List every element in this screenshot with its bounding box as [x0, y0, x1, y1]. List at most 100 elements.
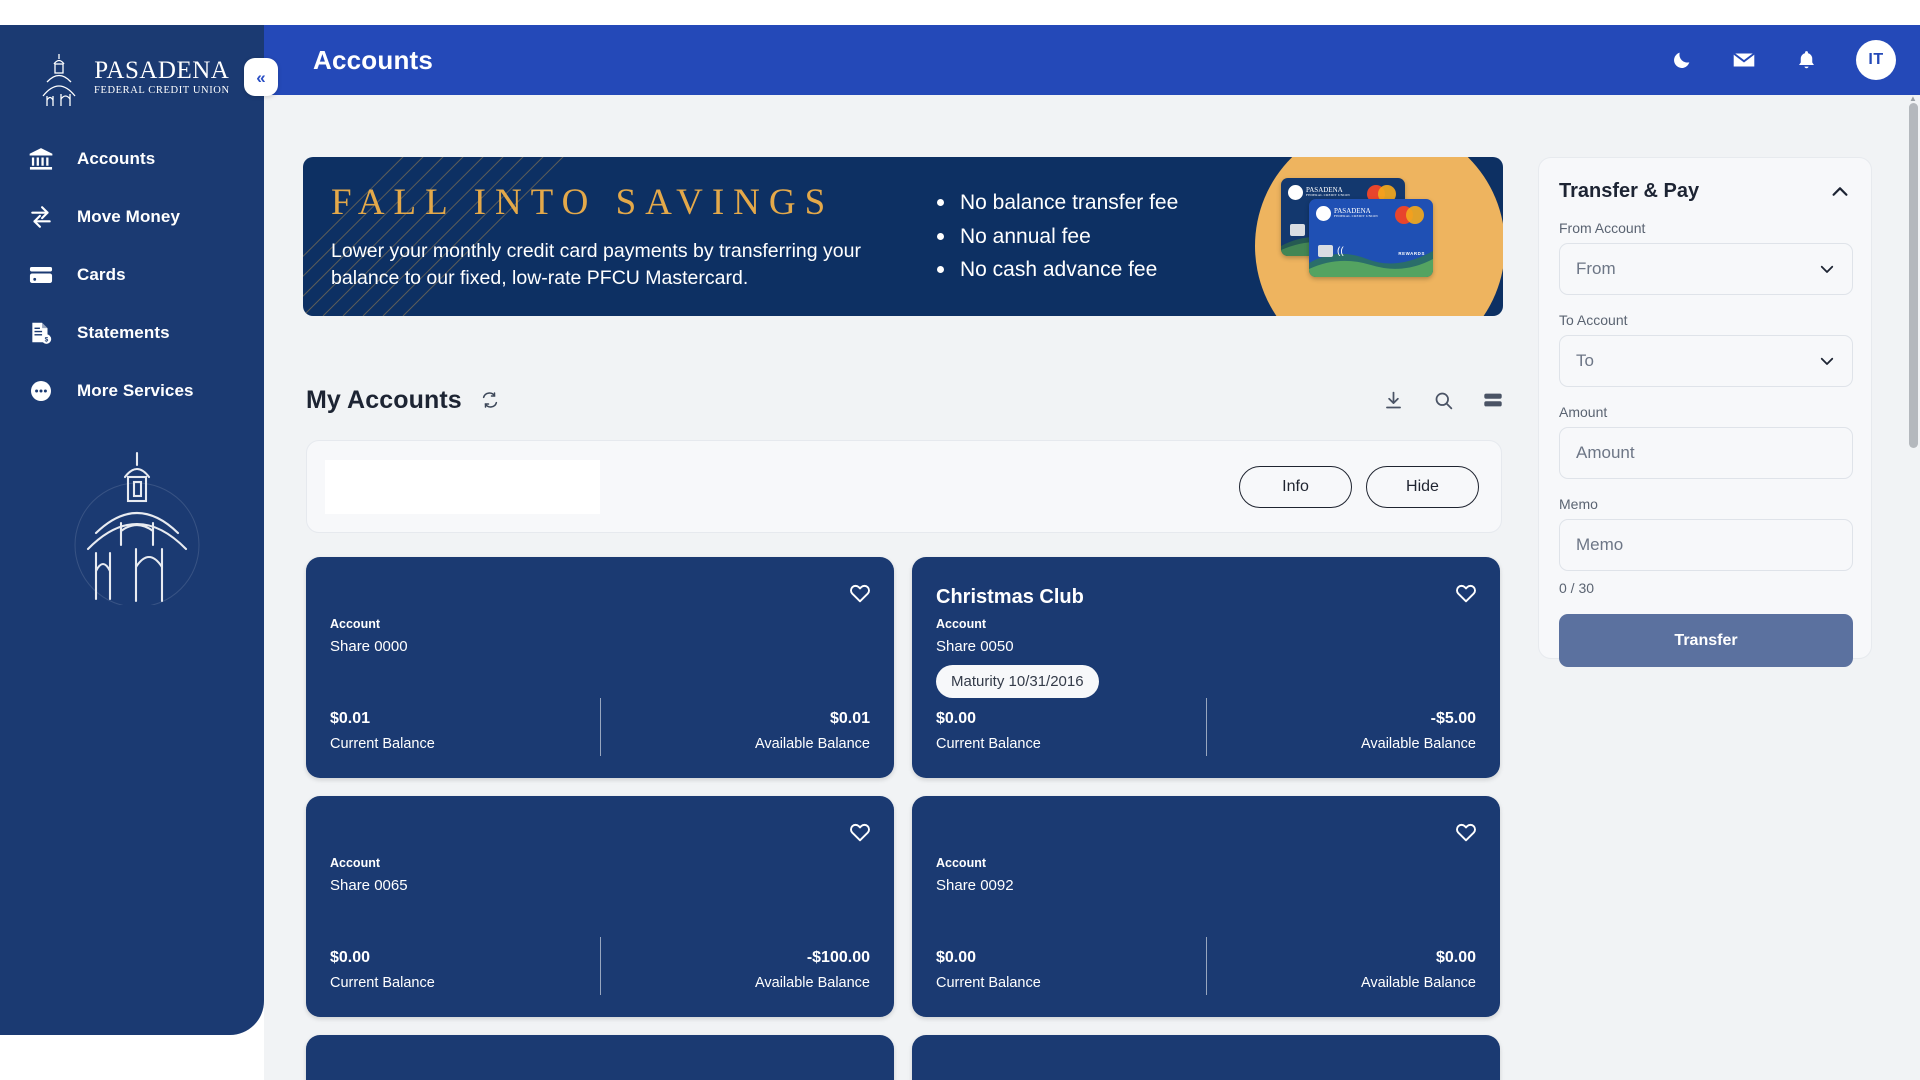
available-balance-block: -$5.00 Available Balance — [1206, 710, 1476, 752]
chevron-up-icon[interactable] — [1829, 181, 1851, 203]
promo-subtitle: Lower your monthly credit card payments … — [331, 240, 861, 289]
available-balance-value: $0.00 — [1435, 949, 1476, 966]
promo-text-block: FALL INTO SAVINGS Lower your monthly cre… — [303, 181, 913, 292]
available-balance-value: $0.01 — [829, 710, 870, 727]
mastercard-logo-icon — [1395, 206, 1425, 224]
accounts-summary-row: Info Hide — [306, 440, 1502, 533]
card-brand-logo: PASADENA FEDERAL CREDIT UNION — [1288, 185, 1350, 200]
account-name: Christmas Club — [936, 586, 1084, 608]
account-label: Account — [936, 617, 986, 631]
sidebar-item-label: Accounts — [77, 149, 156, 168]
maturity-badge: Maturity 10/31/2016 — [936, 665, 1099, 698]
card-brand-logo: PASADENA FEDERAL CREDIT UNION — [1316, 206, 1378, 221]
account-card[interactable]: Account Share 0065 $0.00 Current Balance… — [306, 796, 894, 1017]
app-root: PASADENA FEDERAL CREDIT UNION Accounts M… — [0, 0, 1920, 1080]
account-label: Account — [936, 856, 986, 870]
dark-mode-moon-icon[interactable] — [1666, 44, 1698, 76]
favorite-heart-icon[interactable] — [1454, 820, 1478, 844]
sidebar-item-cards[interactable]: Cards — [0, 246, 264, 304]
sidebar-item-label: More Services — [77, 381, 194, 400]
scroll-up-arrow-icon[interactable]: ▲ — [1908, 95, 1918, 103]
current-balance-block: $0.00 Current Balance — [330, 949, 600, 991]
statement-dollar-icon: $ — [26, 318, 56, 348]
current-balance-block: $0.00 Current Balance — [936, 949, 1206, 991]
transfer-panel-header[interactable]: Transfer & Pay — [1559, 180, 1851, 203]
mail-icon[interactable] — [1728, 44, 1760, 76]
available-balance-value: -$100.00 — [806, 949, 870, 966]
current-balance-label: Current Balance — [330, 975, 435, 991]
page-scrollbar[interactable]: ▲ — [1905, 95, 1920, 1080]
current-balance-label: Current Balance — [936, 975, 1041, 991]
to-account-select[interactable]: To — [1559, 335, 1853, 387]
hide-button[interactable]: Hide — [1366, 465, 1479, 508]
available-balance-block: -$100.00 Available Balance — [600, 949, 870, 991]
card-brand-name: PASADENA FEDERAL CREDIT UNION — [1306, 186, 1350, 198]
card-dome-icon — [1316, 206, 1331, 221]
pasadena-dome-icon — [42, 54, 76, 106]
promo-banner[interactable]: FALL INTO SAVINGS Lower your monthly cre… — [303, 157, 1503, 316]
sidebar-item-statements[interactable]: $ Statements — [0, 304, 264, 362]
ellipsis-icon — [26, 376, 56, 406]
account-card[interactable] — [306, 1035, 894, 1080]
account-card[interactable]: Christmas Club Account Share 0050 Maturi… — [912, 557, 1500, 778]
account-card[interactable]: Account Share 0000 $0.01 Current Balance… — [306, 557, 894, 778]
to-account-label: To Account — [1559, 312, 1628, 328]
refresh-icon[interactable] — [480, 390, 500, 410]
brand-logo[interactable]: PASADENA FEDERAL CREDIT UNION — [34, 47, 234, 109]
from-account-label: From Account — [1559, 220, 1646, 236]
memo-input[interactable]: Memo — [1559, 519, 1853, 571]
favorite-heart-icon[interactable] — [1454, 581, 1478, 605]
memo-character-counter: 0 / 30 — [1559, 580, 1595, 596]
account-share-number: Share 0000 — [330, 638, 408, 655]
sidebar-item-label: Statements — [77, 323, 170, 342]
current-balance-value: $0.00 — [330, 949, 371, 966]
account-card[interactable] — [912, 1035, 1500, 1080]
sidebar-item-move-money[interactable]: Move Money — [0, 188, 264, 246]
redacted-summary-block — [325, 459, 600, 514]
available-balance-value: -$5.00 — [1430, 710, 1476, 727]
download-icon[interactable] — [1382, 389, 1404, 411]
current-balance-label: Current Balance — [936, 736, 1041, 752]
topbar: Accounts IT — [264, 25, 1920, 95]
section-title: My Accounts — [306, 385, 462, 414]
view-toggle-icon[interactable] — [1482, 389, 1504, 411]
balance-row: $0.01 Current Balance $0.01 Available Ba… — [330, 710, 870, 752]
chevron-double-left-icon: « — [256, 67, 266, 87]
available-balance-label: Available Balance — [1360, 975, 1476, 991]
account-card[interactable]: Account Share 0092 $0.00 Current Balance… — [912, 796, 1500, 1017]
page-title: Accounts — [313, 44, 434, 75]
sidebar-item-accounts[interactable]: Accounts — [0, 130, 264, 188]
memo-label: Memo — [1559, 496, 1598, 512]
current-balance-block: $0.00 Current Balance — [936, 710, 1206, 752]
current-balance-value: $0.00 — [936, 710, 977, 727]
sidebar-collapse-button[interactable]: « — [244, 58, 278, 96]
credit-card-icon — [26, 260, 56, 290]
chevron-down-icon — [1818, 260, 1836, 278]
info-button[interactable]: Info — [1239, 465, 1352, 508]
account-label: Account — [330, 617, 380, 631]
current-balance-value: $0.00 — [936, 949, 977, 966]
card-chip-icon — [1318, 245, 1333, 257]
search-icon[interactable] — [1432, 389, 1454, 411]
sidebar-item-more-services[interactable]: More Services — [0, 362, 264, 420]
transfer-panel-title: Transfer & Pay — [1559, 180, 1700, 202]
favorite-heart-icon[interactable] — [848, 581, 872, 605]
available-balance-label: Available Balance — [754, 975, 870, 991]
transfer-button[interactable]: Transfer — [1559, 614, 1853, 667]
sidebar-nav: Accounts Move Money Cards $ Statements M… — [0, 130, 264, 420]
account-share-number: Share 0065 — [330, 877, 408, 894]
notification-bell-icon[interactable] — [1790, 44, 1822, 76]
amount-input[interactable]: Amount — [1559, 427, 1853, 479]
card-brand-name: PASADENA FEDERAL CREDIT UNION — [1334, 207, 1378, 219]
to-account-value: To — [1576, 351, 1594, 370]
credit-card-rewards-image: PASADENA FEDERAL CREDIT UNION (( REWARDS — [1309, 199, 1433, 277]
avatar[interactable]: IT — [1856, 40, 1896, 80]
accounts-card-grid: Account Share 0000 $0.01 Current Balance… — [306, 557, 1506, 1080]
scrollbar-thumb[interactable] — [1909, 103, 1918, 448]
from-account-select[interactable]: From — [1559, 243, 1853, 295]
favorite-heart-icon[interactable] — [848, 820, 872, 844]
brand-name: PASADENA — [94, 56, 230, 84]
bank-icon — [26, 144, 56, 174]
promo-card-artwork: PASADENAFEDERAL CREDIT UNION (( PLATINUM… — [1245, 157, 1503, 316]
city-hall-watermark-icon — [74, 451, 200, 605]
